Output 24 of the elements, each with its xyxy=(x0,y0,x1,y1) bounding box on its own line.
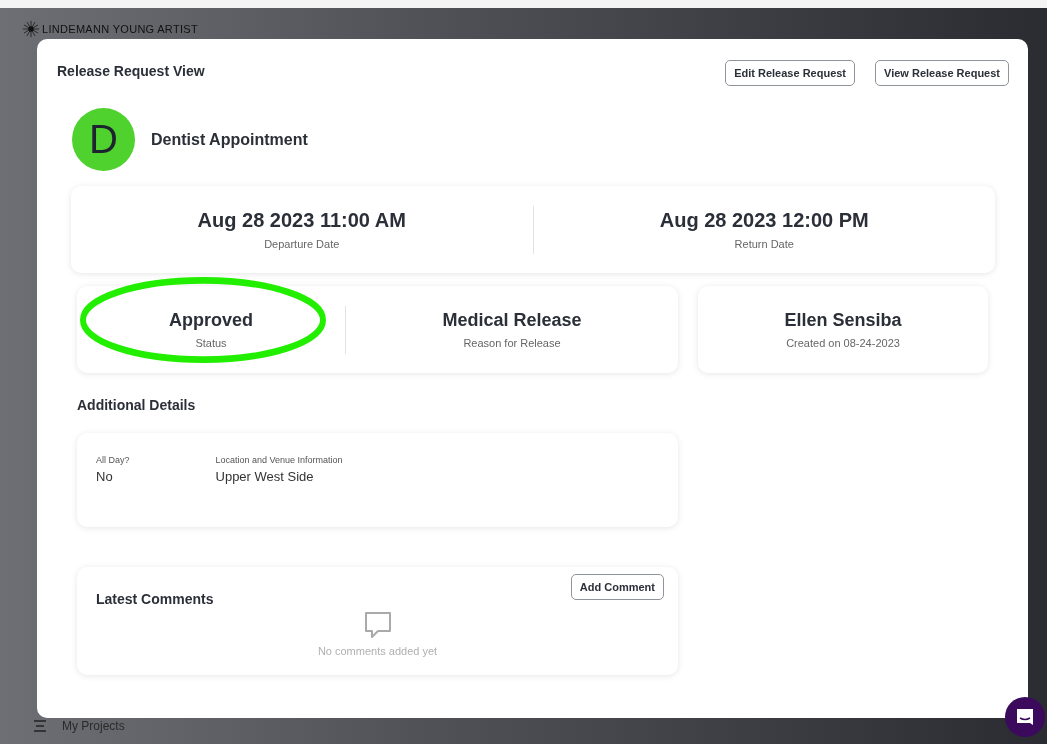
summary-label: Reason for Release xyxy=(463,337,561,349)
action-button[interactable]: View Release Request xyxy=(875,60,1009,86)
request-name: Dentist Appointment xyxy=(151,130,308,149)
created-date: Created on 08-24-2023 xyxy=(786,337,900,349)
modal-title: Release Request View xyxy=(57,63,205,79)
summary-label: Status xyxy=(195,337,227,349)
date-label: Departure Date xyxy=(264,238,340,250)
empty-message: No comments added yet xyxy=(317,645,438,657)
avatar: D xyxy=(72,108,135,171)
comments-heading: Latest Comments xyxy=(96,591,214,607)
field-value: No xyxy=(96,469,114,484)
summary-value: Medical Release xyxy=(442,310,582,331)
date-label: Return Date xyxy=(734,238,794,250)
date-value: Aug 28 2023 11:00 AM xyxy=(197,209,406,232)
add-comment-button[interactable]: Add Comment xyxy=(570,574,664,600)
creator-name: Ellen Sensiba xyxy=(784,310,902,331)
field-label: Location and Venue Information xyxy=(215,455,343,465)
brand-name: LINDEMANN YOUNG ARTIST xyxy=(42,23,198,35)
section-heading: Additional Details xyxy=(77,397,197,413)
field-label: All Day? xyxy=(96,455,130,465)
action-button[interactable]: Edit Release Request xyxy=(725,60,856,86)
field-value: Upper West Side xyxy=(215,469,315,484)
summary-value: Approved xyxy=(169,310,253,331)
date-value: Aug 28 2023 12:00 PM xyxy=(659,209,869,232)
